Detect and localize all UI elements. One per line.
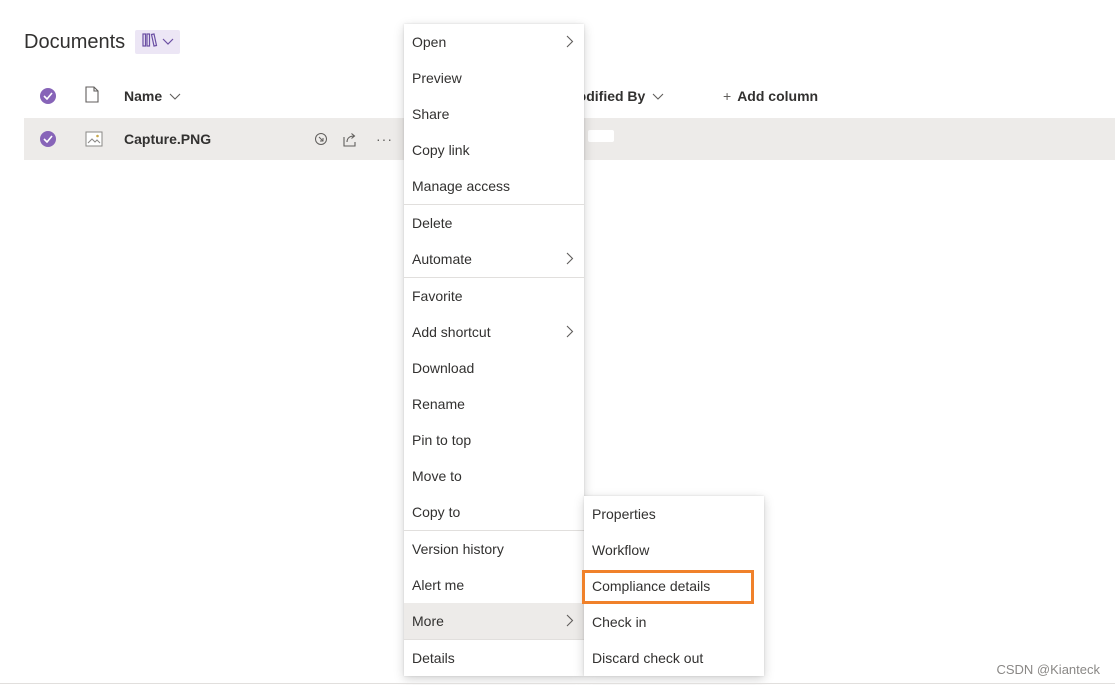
- menu-item-pin-to-top[interactable]: Pin to top: [404, 422, 584, 458]
- menu-item-rename[interactable]: Rename: [404, 386, 584, 422]
- row-checkbox[interactable]: [40, 118, 56, 160]
- view-switcher-button[interactable]: [135, 30, 180, 54]
- watermark: CSDN @Kianteck: [996, 662, 1100, 677]
- view-library-icon: [141, 32, 158, 52]
- page-title: Documents: [24, 31, 126, 53]
- submenu-item-discard-check-out[interactable]: Discard check out: [584, 640, 764, 676]
- menu-item-download[interactable]: Download: [404, 350, 584, 386]
- menu-item-preview[interactable]: Preview: [404, 60, 584, 96]
- check-circle-icon: [40, 131, 56, 147]
- chevron-right-icon: [566, 252, 574, 268]
- chevron-right-icon: [566, 35, 574, 51]
- menu-item-add-shortcut[interactable]: Add shortcut: [404, 314, 584, 350]
- submenu-item-workflow[interactable]: Workflow: [584, 532, 764, 568]
- add-icon: +: [723, 88, 732, 104]
- highlight-outline: [582, 570, 754, 604]
- chevron-down-icon: [162, 33, 174, 51]
- menu-item-manage-access[interactable]: Manage access: [404, 168, 584, 204]
- bottom-divider: [0, 683, 1115, 684]
- select-all-checkbox[interactable]: [40, 80, 56, 112]
- redacted-author: [588, 130, 614, 142]
- menu-item-copy-link[interactable]: Copy link: [404, 132, 584, 168]
- menu-item-open[interactable]: Open: [404, 24, 584, 60]
- checkout-icon[interactable]: [314, 118, 328, 160]
- menu-item-automate[interactable]: Automate: [404, 241, 584, 277]
- menu-item-share[interactable]: Share: [404, 96, 584, 132]
- add-column-button[interactable]: + Add column: [723, 80, 818, 112]
- menu-item-delete[interactable]: Delete: [404, 205, 584, 241]
- share-icon[interactable]: [342, 118, 358, 160]
- more-icon[interactable]: ···: [376, 118, 393, 160]
- submenu-item-check-in[interactable]: Check in: [584, 604, 764, 640]
- image-file-icon: [85, 118, 103, 160]
- name-column-header[interactable]: Name: [124, 80, 181, 112]
- menu-item-alert-me[interactable]: Alert me: [404, 567, 584, 603]
- chevron-down-icon: [169, 88, 181, 104]
- file-icon: [85, 86, 99, 106]
- menu-item-favorite[interactable]: Favorite: [404, 278, 584, 314]
- check-circle-icon: [40, 88, 56, 104]
- chevron-down-icon: [652, 88, 664, 104]
- context-menu: Open Preview Share Copy link Manage acce…: [404, 24, 584, 676]
- menu-item-copy-to[interactable]: Copy to: [404, 494, 584, 530]
- file-type-column-header[interactable]: [85, 80, 99, 112]
- menu-item-details[interactable]: Details: [404, 640, 584, 676]
- submenu-item-properties[interactable]: Properties: [584, 496, 764, 532]
- menu-item-move-to[interactable]: Move to: [404, 458, 584, 494]
- file-name-link[interactable]: Capture.PNG: [124, 118, 211, 160]
- chevron-right-icon: [566, 325, 574, 341]
- menu-item-more[interactable]: More: [404, 603, 584, 639]
- chevron-right-icon: [566, 614, 574, 630]
- menu-item-version-history[interactable]: Version history: [404, 531, 584, 567]
